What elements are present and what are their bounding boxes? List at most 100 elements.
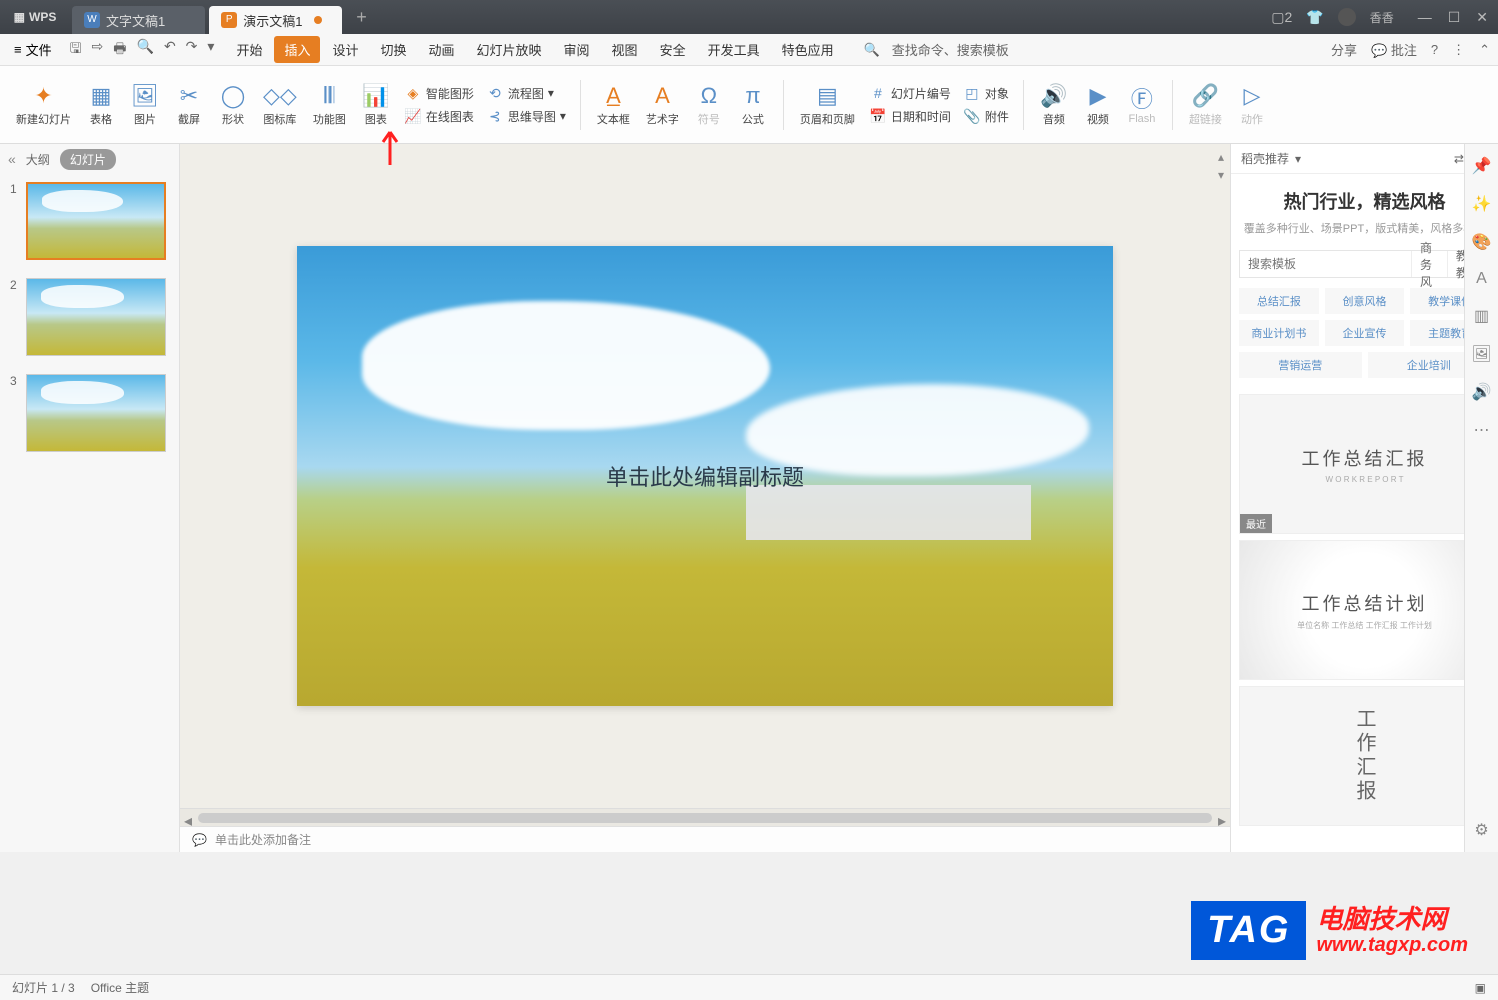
pane-settings-icon[interactable]: ⇄	[1454, 152, 1464, 166]
tab-special[interactable]: 特色应用	[772, 36, 844, 63]
settings-icon[interactable]: ⚙	[1474, 820, 1488, 840]
app-name: WPS	[29, 10, 56, 24]
attachment-button[interactable]: 📎附件	[963, 108, 1009, 125]
scrollbar-thumb[interactable]	[198, 813, 1212, 823]
slide-thumbnail-3[interactable]	[26, 374, 166, 452]
print-icon[interactable]: 🖶	[113, 38, 126, 62]
file-menu-button[interactable]: ≡ 文件	[8, 40, 58, 59]
more-button[interactable]: ⋮	[1452, 42, 1465, 58]
smart-art-button[interactable]: ◈智能图形	[404, 85, 474, 102]
tab-document-1[interactable]: W 文字文稿1	[72, 6, 205, 34]
tab-slideshow[interactable]: 幻灯片放映	[467, 36, 552, 63]
slides-view-button[interactable]: 幻灯片	[60, 149, 116, 170]
outline-view-button[interactable]: 大纲	[26, 151, 50, 168]
mindmap-button[interactable]: ⊰思维导图 ▾	[486, 108, 566, 125]
wps-logo-icon: ▦	[14, 10, 25, 24]
category-creative[interactable]: 创意风格	[1325, 288, 1405, 314]
search-tag-business[interactable]: 商务风	[1411, 251, 1447, 277]
tab-insert[interactable]: 插入	[274, 36, 320, 63]
picture-button[interactable]: 🖼图片	[125, 79, 165, 131]
minimize-button[interactable]: —	[1418, 9, 1432, 26]
shape-button[interactable]: ◯形状	[213, 79, 253, 131]
pin-icon[interactable]: 📌	[1472, 156, 1492, 176]
template-card-2[interactable]: 工作总结计划 单位名称 工作总结 工作汇报 工作计划	[1239, 540, 1490, 680]
file-label: 文件	[26, 40, 52, 59]
sparkle-icon[interactable]: ✨	[1472, 194, 1492, 214]
tab-transition[interactable]: 切换	[370, 36, 416, 63]
textbox-button[interactable]: A̲文本框	[591, 79, 636, 131]
slide-thumbnail-2[interactable]	[26, 278, 166, 356]
online-chart-button[interactable]: 📈在线图表	[404, 108, 474, 125]
apparel-icon[interactable]: 👕	[1306, 9, 1323, 26]
tab-view[interactable]: 视图	[602, 36, 648, 63]
video-icon: ▶	[1089, 83, 1106, 109]
maximize-button[interactable]: ☐	[1448, 9, 1461, 26]
category-marketing[interactable]: 营销运营	[1239, 352, 1362, 378]
side-toolbar: 📌 ✨ 🎨 A ▥ 🖼 🔊 ⋯ ⚙	[1464, 144, 1498, 852]
notes-bar[interactable]: 💬 单击此处添加备注	[180, 826, 1230, 852]
video-button[interactable]: ▶视频	[1078, 79, 1118, 131]
screenshot-button[interactable]: ✂截屏	[169, 79, 209, 131]
template-card-3[interactable]: 工作汇报	[1239, 686, 1490, 826]
redo-icon[interactable]: ↷	[186, 38, 198, 62]
slide-number-button[interactable]: #幻灯片编号	[869, 85, 951, 102]
scroll-right-icon[interactable]: ▸	[1218, 811, 1226, 831]
watermark-url: www.tagxp.com	[1316, 934, 1468, 956]
tab-presentation-1[interactable]: P 演示文稿1	[209, 6, 342, 34]
save-icon[interactable]: 🖫	[70, 38, 82, 62]
horizontal-scrollbar[interactable]: ◂ ▸	[180, 808, 1230, 826]
search-commands[interactable]: 🔍 查找命令、搜索模板	[864, 40, 1009, 59]
image-tool-icon[interactable]: 🖼	[1471, 344, 1491, 364]
tab-developer[interactable]: 开发工具	[698, 36, 770, 63]
close-button[interactable]: ✕	[1476, 9, 1488, 26]
media-icon[interactable]: 🔊	[1472, 382, 1492, 402]
function-chart-button[interactable]: 𝄃𝄃功能图	[307, 79, 352, 131]
template-search-input[interactable]	[1240, 251, 1411, 277]
comment-button[interactable]: 💬 批注	[1371, 40, 1417, 59]
slide-number: 1	[10, 182, 20, 260]
wordart-button[interactable]: A艺术字	[640, 79, 685, 131]
tab-home[interactable]: 开始	[226, 36, 272, 63]
equation-button[interactable]: π公式	[733, 79, 773, 131]
tab-animation[interactable]: 动画	[419, 36, 465, 63]
view-normal-icon[interactable]: ▣	[1475, 981, 1486, 995]
font-icon[interactable]: A	[1476, 270, 1487, 288]
watermark-title: 电脑技术网	[1316, 905, 1468, 934]
export-icon[interactable]: ⇨	[92, 38, 104, 62]
preview-icon[interactable]: 🔍	[137, 38, 154, 62]
tab-review[interactable]: 审阅	[554, 36, 600, 63]
tab-security[interactable]: 安全	[650, 36, 696, 63]
user-avatar-icon[interactable]	[1338, 8, 1356, 26]
equation-icon: π	[745, 83, 760, 109]
datetime-button[interactable]: 📅日期和时间	[869, 108, 951, 125]
layout-icon[interactable]: ▥	[1474, 306, 1489, 326]
slide-canvas[interactable]: 单击此处编辑副标题	[297, 246, 1113, 706]
category-enterprise[interactable]: 企业宣传	[1325, 320, 1405, 346]
subtitle-placeholder[interactable]: 单击此处编辑副标题	[606, 460, 804, 492]
more-tools-icon[interactable]: ⋯	[1474, 420, 1490, 440]
collapse-ribbon-button[interactable]: ⌃	[1479, 42, 1490, 58]
template-card-1[interactable]: 工作总结汇报 W O R K R E P O R T 最近	[1239, 394, 1490, 534]
object-button[interactable]: ◰对象	[963, 85, 1009, 102]
category-summary[interactable]: 总结汇报	[1239, 288, 1319, 314]
qat-dropdown-icon[interactable]: ▾	[207, 38, 214, 62]
icon-library-button[interactable]: ◇◇图标库	[257, 79, 303, 131]
collapse-panel-icon[interactable]: «	[8, 151, 16, 167]
scroll-left-icon[interactable]: ◂	[184, 811, 192, 831]
chart-button[interactable]: 📊图表	[356, 79, 396, 131]
undo-icon[interactable]: ↶	[164, 38, 176, 62]
badge-icon[interactable]: ▢2	[1271, 9, 1292, 26]
category-business-plan[interactable]: 商业计划书	[1239, 320, 1319, 346]
share-button[interactable]: 分享	[1331, 40, 1357, 59]
palette-icon[interactable]: 🎨	[1472, 232, 1492, 252]
flowchart-button[interactable]: ⟲流程图 ▾	[486, 85, 566, 102]
chevron-down-icon[interactable]: ▾	[1295, 152, 1301, 166]
help-button[interactable]: ?	[1431, 42, 1438, 57]
audio-button[interactable]: 🔊音频	[1034, 79, 1074, 131]
slide-thumbnail-1[interactable]	[26, 182, 166, 260]
table-button[interactable]: ▦表格	[81, 79, 121, 131]
add-tab-button[interactable]: +	[344, 7, 378, 28]
new-slide-button[interactable]: ✦新建幻灯片	[10, 79, 77, 131]
header-footer-button[interactable]: ▤页眉和页脚	[794, 79, 861, 131]
tab-design[interactable]: 设计	[322, 36, 368, 63]
